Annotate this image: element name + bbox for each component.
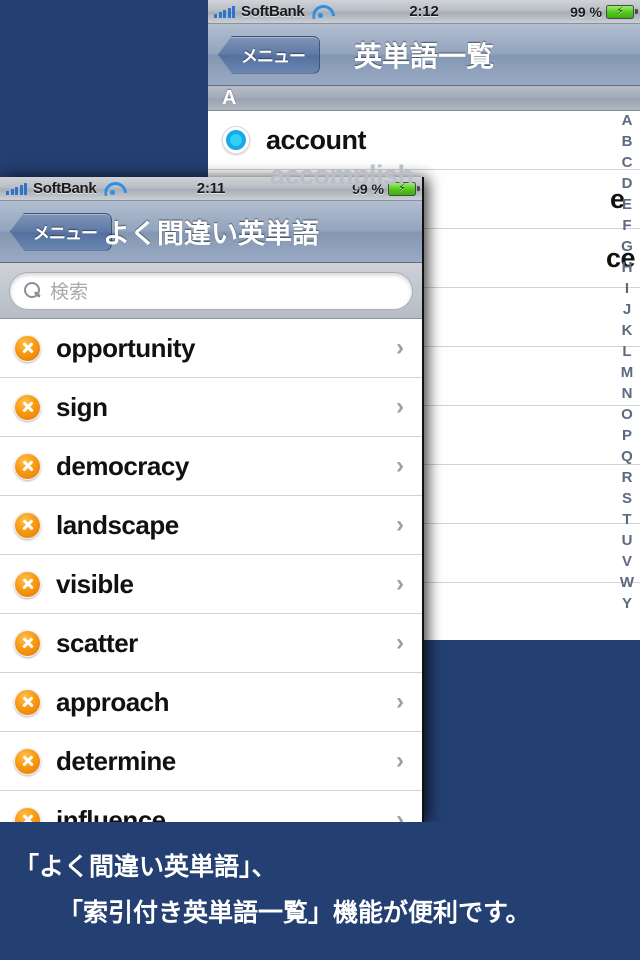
orange-x-icon [14, 570, 41, 598]
index-letter[interactable]: O [621, 404, 633, 425]
index-letter[interactable]: U [622, 530, 633, 551]
chevron-right-icon: › [396, 334, 404, 361]
list-item-label: landscape [56, 509, 179, 540]
caption-line-1: 「よく間違い英単語」、 [14, 853, 277, 881]
back-section-header: A [208, 86, 640, 111]
chevron-right-icon: › [396, 629, 404, 656]
index-letter[interactable]: D [622, 173, 633, 194]
back-status-bar: SoftBank 2:12 99 % ⚡ [208, 0, 640, 24]
back-nav-bar: メニュー 英単語一覧 [208, 24, 640, 86]
list-item-label: democracy [56, 450, 189, 481]
chevron-right-icon: › [396, 452, 404, 479]
index-letter[interactable]: K [622, 320, 633, 341]
index-letter[interactable]: F [622, 215, 631, 236]
back-menu-button[interactable]: メニュー [218, 35, 320, 74]
index-letter[interactable]: Q [621, 446, 633, 467]
list-item-label: determine [56, 745, 176, 776]
orange-x-icon [14, 452, 41, 480]
index-letter[interactable]: T [622, 509, 631, 530]
list-item-label: scatter [56, 627, 138, 658]
orange-x-icon [14, 629, 41, 657]
chevron-right-icon: › [396, 570, 404, 597]
orange-x-icon [14, 511, 41, 539]
list-item-label: approach [56, 686, 170, 717]
list-item[interactable]: opportunity › [0, 319, 422, 378]
index-letter[interactable]: P [622, 425, 632, 446]
index-letter[interactable]: E [622, 194, 632, 215]
list-item[interactable]: landscape › [0, 496, 422, 555]
foreground-app-window: SoftBank 2:11 99 % ⚡ メニュー よく間違い英単語 検索 op… [0, 177, 424, 822]
chevron-right-icon: › [396, 511, 404, 538]
chevron-right-icon: › [396, 806, 404, 823]
list-item-label: influence [56, 804, 166, 823]
index-letter[interactable]: L [622, 341, 631, 362]
promo-caption: 「よく間違い英単語」、 「索引付き英単語一覧」機能が便利です。 [0, 822, 640, 960]
search-bar: 検索 [0, 263, 422, 319]
search-icon [24, 282, 41, 299]
index-letter[interactable]: A [622, 110, 633, 131]
word-list[interactable]: opportunity › sign › democracy › landscape › vis… [0, 319, 422, 822]
orange-x-icon [14, 806, 41, 822]
list-item[interactable]: democracy › [0, 437, 422, 496]
front-menu-button[interactable]: メニュー [10, 212, 112, 251]
list-item-label: sign [56, 391, 108, 422]
index-letter[interactable]: N [622, 383, 633, 404]
index-letter[interactable]: R [622, 467, 633, 488]
list-item-label: opportunity [56, 332, 195, 363]
blue-circle-icon [222, 126, 250, 154]
index-letter[interactable]: Y [622, 593, 632, 614]
orange-x-icon [14, 688, 41, 716]
index-letter[interactable]: M [621, 362, 634, 383]
list-item[interactable]: influence › [0, 791, 422, 822]
alphabet-index-strip[interactable]: ABCDEFGHIJKLMNOPQRSTUVWY [614, 110, 640, 614]
index-letter[interactable]: B [622, 131, 633, 152]
search-input[interactable]: 検索 [9, 271, 413, 310]
list-item-label: visible [56, 568, 134, 599]
chevron-right-icon: › [396, 688, 404, 715]
index-letter[interactable]: J [623, 299, 631, 320]
list-item[interactable]: approach › [0, 673, 422, 732]
list-item[interactable]: scatter › [0, 614, 422, 673]
back-ghost-word: accomplish [270, 160, 414, 190]
list-item[interactable]: determine › [0, 732, 422, 791]
chevron-right-icon: › [396, 747, 404, 774]
orange-x-icon [14, 393, 41, 421]
caption-line-2: 「索引付き英単語一覧」機能が便利です。 [58, 899, 531, 927]
orange-x-icon [14, 747, 41, 775]
list-item[interactable]: sign › [0, 378, 422, 437]
front-nav-bar: メニュー よく間違い英単語 [0, 201, 422, 263]
back-clock: 2:12 [409, 3, 439, 20]
index-letter[interactable]: V [622, 551, 632, 572]
index-letter[interactable]: G [621, 236, 633, 257]
back-row-label: account [266, 124, 367, 155]
orange-x-icon [14, 334, 41, 362]
chevron-right-icon: › [396, 393, 404, 420]
search-placeholder: 検索 [50, 282, 89, 303]
index-letter[interactable]: W [620, 572, 634, 593]
list-item[interactable]: visible › [0, 555, 422, 614]
index-letter[interactable]: H [622, 257, 633, 278]
battery-charging-icon: ⚡ [606, 4, 638, 19]
index-letter[interactable]: C [622, 152, 633, 173]
index-letter[interactable]: I [625, 278, 629, 299]
index-letter[interactable]: S [622, 488, 632, 509]
